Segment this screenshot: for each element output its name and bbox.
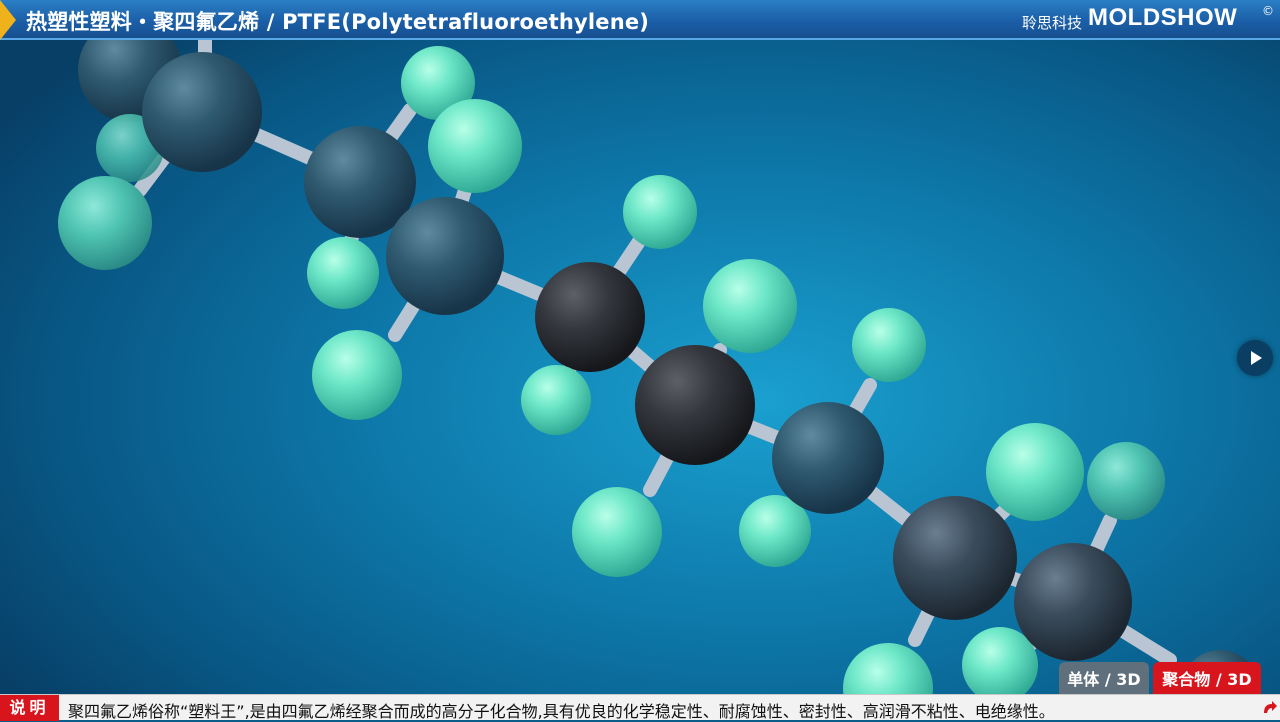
- company-name: 聆思科技: [1022, 14, 1083, 32]
- carbon-atom: [535, 262, 645, 372]
- play-right-icon: [1251, 351, 1262, 365]
- description-bar: 说明 聚四氟乙烯俗称“塑料王”,是由四氟乙烯经聚合而成的高分子化合物,具有优良的…: [0, 694, 1280, 721]
- carbon-atom: [386, 197, 504, 315]
- molecule-model[interactable]: [0, 40, 1280, 694]
- copyright-mark: ©: [1262, 4, 1274, 18]
- carbon-atom: [772, 402, 884, 514]
- fluorine-atom: [428, 99, 522, 193]
- description-text: 聚四氟乙烯俗称“塑料王”,是由四氟乙烯经聚合而成的高分子化合物,具有优良的化学稳…: [68, 702, 1055, 721]
- fluorine-atom: [703, 259, 797, 353]
- fluorine-atom: [58, 176, 152, 270]
- carbon-atom: [635, 345, 755, 465]
- fluorine-atom: [1087, 442, 1165, 520]
- fluorine-atom: [852, 308, 926, 382]
- fluorine-atom: [312, 330, 402, 420]
- title-arrow-icon: [0, 0, 16, 40]
- carbon-atom: [1014, 543, 1132, 661]
- next-slide-button[interactable]: [1237, 340, 1273, 376]
- fluorine-atom: [623, 175, 697, 249]
- carbon-atom: [142, 52, 262, 172]
- carbon-atom: [893, 496, 1017, 620]
- title-bar: 热塑性塑料・聚四氟乙烯 / PTFE(Polytetrafluoroethyle…: [0, 0, 1280, 40]
- molecule-viewer[interactable]: [0, 40, 1280, 694]
- brand-logo: MOLDSHOW: [1088, 4, 1238, 31]
- page-title: 热塑性塑料・聚四氟乙烯 / PTFE(Polytetrafluoroethyle…: [26, 10, 650, 34]
- fluorine-atom: [521, 365, 591, 435]
- flip-arrow-icon[interactable]: [1260, 699, 1278, 717]
- fluorine-atom: [307, 237, 379, 309]
- monomer-3d-button[interactable]: 单体 / 3D: [1059, 662, 1149, 694]
- fluorine-atom: [843, 643, 933, 694]
- atoms: [58, 40, 1260, 694]
- description-label: 说明: [0, 695, 59, 721]
- fluorine-atom: [986, 423, 1084, 521]
- polymer-3d-button[interactable]: 聚合物 / 3D: [1153, 662, 1261, 694]
- fluorine-atom: [572, 487, 662, 577]
